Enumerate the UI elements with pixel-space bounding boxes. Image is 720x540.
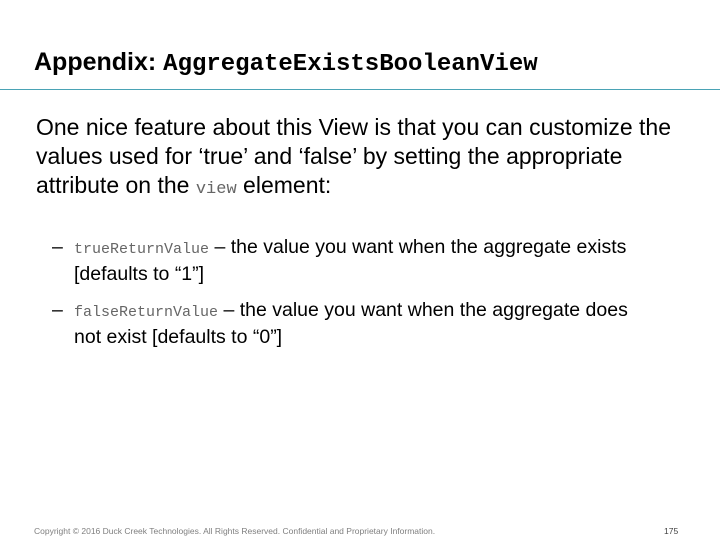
slide-title: Appendix: AggregateExistsBooleanView bbox=[34, 46, 538, 81]
bullet-dash: – bbox=[52, 236, 63, 258]
intro-paragraph: One nice feature about this View is that… bbox=[36, 113, 706, 204]
intro-text-end: element: bbox=[236, 172, 332, 198]
footer-copyright: Copyright © 2016 Duck Creek Technologies… bbox=[34, 526, 436, 536]
slide-title-code: AggregateExistsBooleanView bbox=[163, 51, 538, 78]
title-divider bbox=[0, 89, 720, 90]
intro-code-view: view bbox=[195, 180, 237, 199]
code-true-return-value: trueReturnValue bbox=[74, 241, 210, 258]
intro-text-start: One nice feature about this View is that… bbox=[36, 114, 671, 198]
code-false-return-value: falseReturnValue bbox=[74, 304, 219, 321]
list-item-false-return-value: – falseReturnValue – the value you want w… bbox=[52, 298, 652, 350]
bullet-dash: – bbox=[52, 299, 63, 321]
slide-title-prefix: Appendix: bbox=[34, 48, 164, 76]
slide-body: One nice feature about this View is that… bbox=[36, 113, 706, 348]
page-number: 175 bbox=[664, 526, 679, 536]
list-item-true-return-value: – trueReturnValue – the value you want wh… bbox=[52, 235, 652, 287]
attribute-list: – trueReturnValue – the value you want wh… bbox=[52, 235, 652, 361]
